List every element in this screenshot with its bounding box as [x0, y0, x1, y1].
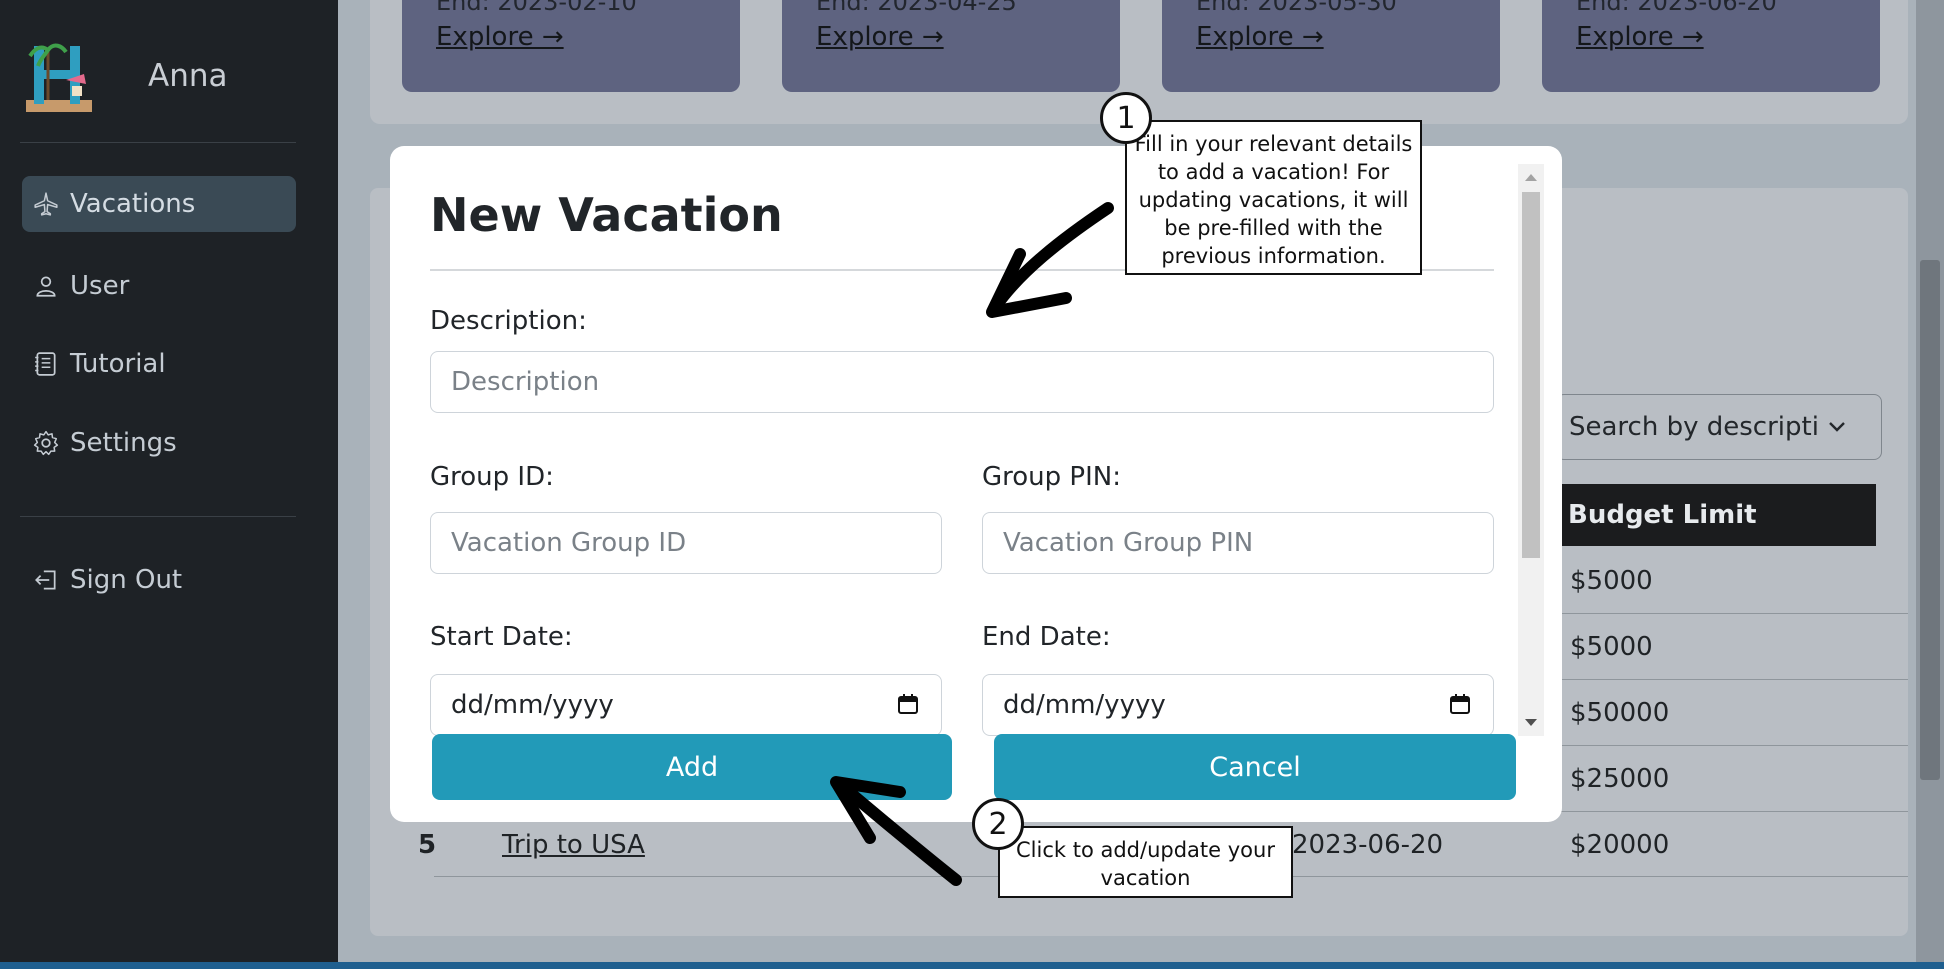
budget-cell: $50000: [1570, 698, 1670, 728]
start-date-input[interactable]: dd/mm/yyyy: [430, 674, 942, 736]
divider: [20, 142, 296, 143]
group-id-placeholder: Vacation Group ID: [451, 528, 687, 558]
card-end-date: End: 2023-05-30: [1196, 0, 1397, 16]
page-scrollbar[interactable]: [1916, 0, 1944, 969]
group-pin-label: Group PIN:: [982, 462, 1121, 492]
end-date-input[interactable]: dd/mm/yyyy: [982, 674, 1494, 736]
explore-link[interactable]: Explore →: [436, 22, 564, 52]
description-placeholder: Description: [451, 367, 600, 397]
sidebar-item-settings[interactable]: Settings: [22, 415, 296, 471]
start-date-label: Start Date:: [430, 622, 573, 652]
explore-link[interactable]: Explore →: [816, 22, 944, 52]
page-scrollbar-thumb[interactable]: [1920, 260, 1940, 780]
group-pin-input[interactable]: Vacation Group PIN: [982, 512, 1494, 574]
budget-cell: $20000: [1570, 830, 1670, 860]
taskbar: [0, 962, 1944, 969]
budget-cell: $5000: [1570, 632, 1653, 662]
search-dropdown[interactable]: Search by descriptior: [1556, 394, 1882, 460]
annotation-badge-2: 2: [972, 798, 1024, 850]
vacation-card: End: 2023-02-10 Explore →: [402, 0, 740, 92]
user-icon: [30, 270, 62, 302]
sidebar: Anna Vacations User Tutorial Settings Si…: [0, 0, 338, 969]
calendar-icon[interactable]: [1449, 693, 1471, 715]
start-date-value: dd/mm/yyyy: [451, 690, 614, 720]
group-id-label: Group ID:: [430, 462, 554, 492]
airplane-icon: [30, 188, 62, 220]
end-date-cell: 2023-06-20: [1292, 830, 1444, 860]
sidebar-item-label: User: [70, 271, 130, 301]
budget-header-label: Budget Limit: [1568, 500, 1757, 530]
logo-icon: [26, 40, 92, 112]
brand-name: Anna: [148, 58, 228, 94]
annotation-badge-1: 1: [1100, 92, 1152, 144]
sidebar-item-tutorial[interactable]: Tutorial: [22, 336, 296, 392]
scrollbar-thumb[interactable]: [1522, 192, 1540, 558]
scroll-up-icon[interactable]: [1525, 174, 1537, 181]
budget-cell: $25000: [1570, 764, 1670, 794]
card-end-date: End: 2023-04-25: [816, 0, 1017, 16]
card-end-date: End: 2023-02-10: [436, 0, 637, 16]
modal-title: New Vacation: [430, 188, 783, 242]
sign-out-icon: [30, 564, 62, 596]
group-pin-placeholder: Vacation Group PIN: [1003, 528, 1254, 558]
sign-out-button[interactable]: Sign Out: [22, 552, 296, 608]
add-button[interactable]: Add: [432, 734, 952, 800]
modal-scrollbar[interactable]: [1518, 164, 1544, 736]
card-end-date: End: 2023-06-20: [1576, 0, 1777, 16]
scroll-down-icon[interactable]: [1525, 719, 1537, 726]
sidebar-item-vacations[interactable]: Vacations: [22, 176, 296, 232]
book-icon: [30, 348, 62, 380]
explore-link[interactable]: Explore →: [1196, 22, 1324, 52]
sidebar-item-user[interactable]: User: [22, 258, 296, 314]
row-id: 5: [418, 830, 437, 860]
calendar-icon[interactable]: [897, 693, 919, 715]
divider: [20, 516, 296, 517]
trip-link[interactable]: Trip to USA: [502, 830, 645, 860]
vacation-card: End: 2023-05-30 Explore →: [1162, 0, 1500, 92]
sidebar-item-label: Settings: [70, 428, 177, 458]
chevron-down-icon: [1829, 422, 1845, 432]
sidebar-item-label: Tutorial: [70, 349, 166, 379]
cancel-button[interactable]: Cancel: [994, 734, 1516, 800]
vacation-card: End: 2023-04-25 Explore →: [782, 0, 1120, 92]
table-header-budget: Budget Limit: [1556, 484, 1876, 546]
budget-cell: $5000: [1570, 566, 1653, 596]
group-id-input[interactable]: Vacation Group ID: [430, 512, 942, 574]
search-placeholder: Search by descriptior: [1569, 412, 1819, 442]
annotation-note-2: Click to add/update your vacation: [998, 826, 1293, 898]
gear-icon: [30, 427, 62, 459]
annotation-note-1: Fill in your relevant details to add a v…: [1125, 120, 1422, 275]
end-date-value: dd/mm/yyyy: [1003, 690, 1166, 720]
sign-out-label: Sign Out: [70, 565, 183, 595]
description-label: Description:: [430, 306, 587, 336]
explore-link[interactable]: Explore →: [1576, 22, 1704, 52]
description-input[interactable]: Description: [430, 351, 1494, 413]
sidebar-item-label: Vacations: [70, 189, 196, 219]
vacation-card: End: 2023-06-20 Explore →: [1542, 0, 1880, 92]
brand[interactable]: Anna: [26, 40, 228, 112]
end-date-label: End Date:: [982, 622, 1111, 652]
